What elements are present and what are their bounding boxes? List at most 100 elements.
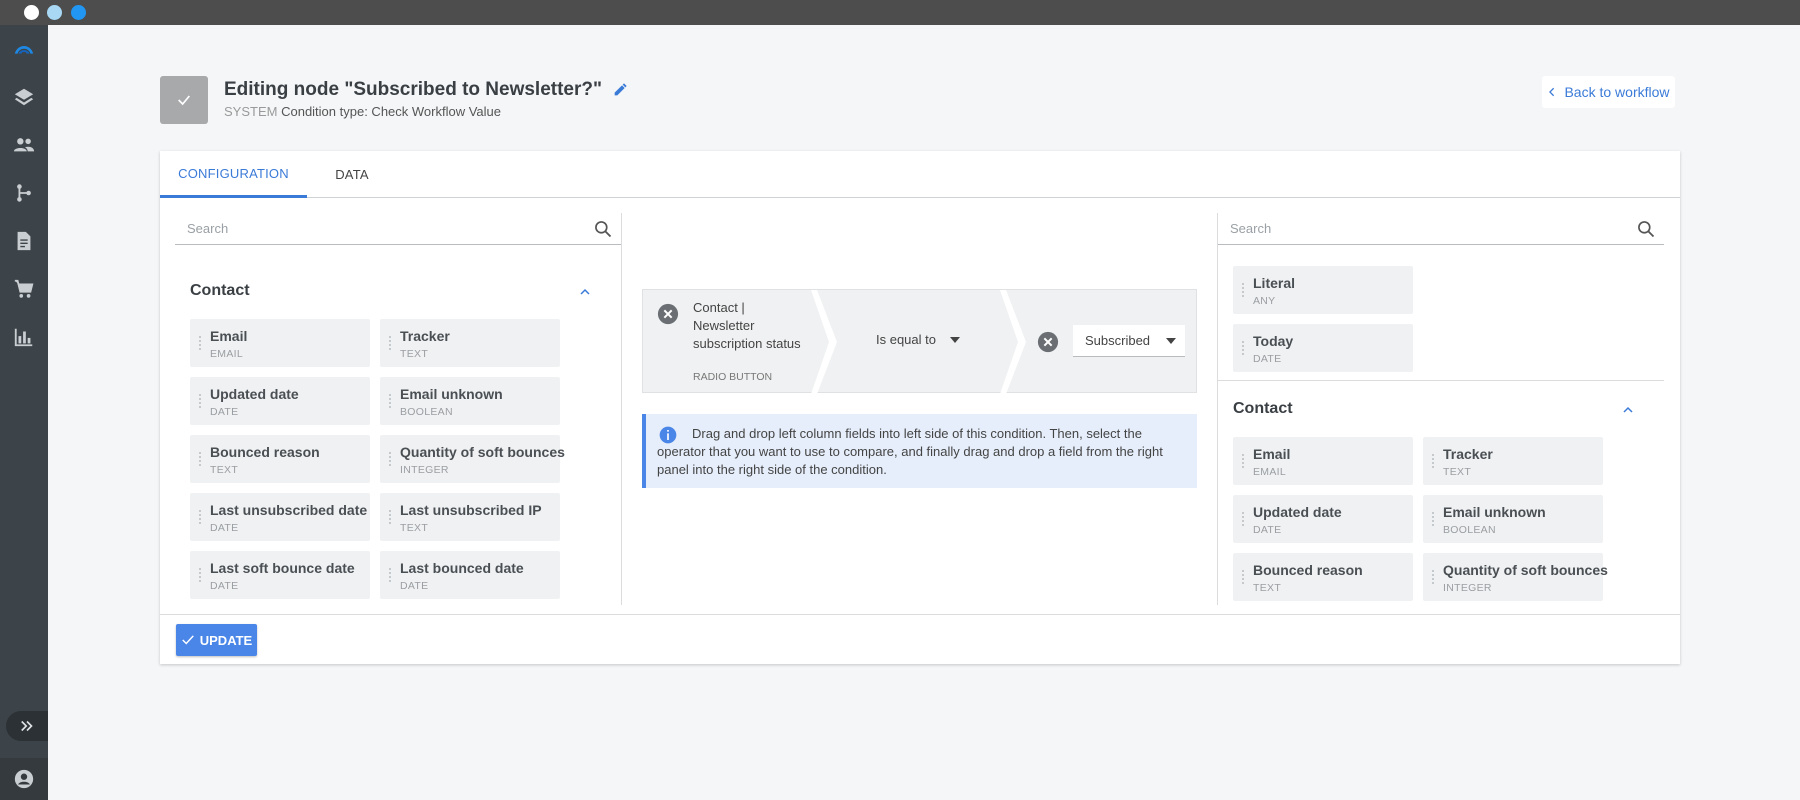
field-type: DATE xyxy=(1253,524,1282,536)
field-type: TEXT xyxy=(1253,582,1282,594)
field-type: EMAIL xyxy=(1253,466,1287,478)
workflow-icon[interactable] xyxy=(0,173,48,213)
drag-handle-icon xyxy=(1241,340,1245,356)
page-title: Editing node "Subscribed to Newsletter?" xyxy=(224,79,628,101)
sidebar xyxy=(0,25,48,800)
check-icon xyxy=(178,95,190,106)
field-item[interactable]: Last unsubscribed date DATE xyxy=(190,493,370,541)
search-icon[interactable] xyxy=(593,219,613,239)
field-type: TEXT xyxy=(1443,466,1472,478)
system-label: SYSTEM xyxy=(224,104,278,119)
field-type: DATE xyxy=(210,522,239,534)
field-name: Email unknown xyxy=(1443,504,1546,520)
sidebar-expand-button[interactable] xyxy=(6,711,48,741)
field-item[interactable]: Bounced reason TEXT xyxy=(190,435,370,483)
field-item[interactable]: Quantity of soft bounces INTEGER xyxy=(380,435,565,483)
field-item-today[interactable]: Today DATE xyxy=(1233,324,1413,372)
check-icon xyxy=(181,635,194,645)
field-type: TEXT xyxy=(400,522,429,534)
operator-select[interactable]: Is equal to xyxy=(876,332,960,347)
field-name: Updated date xyxy=(1253,504,1342,520)
right-search-input[interactable] xyxy=(1218,213,1608,243)
contacts-icon[interactable] xyxy=(0,125,48,165)
field-name: Tracker xyxy=(400,328,450,344)
field-type: DATE xyxy=(210,580,239,592)
drag-handle-icon xyxy=(388,393,392,409)
field-item[interactable]: Email EMAIL xyxy=(190,319,370,367)
tab-bar: CONFIGURATION DATA xyxy=(160,151,1680,198)
field-type: EMAIL xyxy=(210,348,244,360)
page-title-text: Editing node "Subscribed to Newsletter?" xyxy=(224,79,602,100)
field-name: Last unsubscribed IP xyxy=(400,502,542,518)
document-icon[interactable] xyxy=(0,221,48,261)
field-name: Last unsubscribed date xyxy=(210,502,368,518)
condition-type-label: Condition type: Check Workflow Value xyxy=(281,104,501,119)
field-item[interactable]: Tracker TEXT xyxy=(380,319,560,367)
remove-right-operand-icon[interactable] xyxy=(1037,331,1059,353)
field-item-literal[interactable]: Literal ANY xyxy=(1233,266,1413,314)
drag-handle-icon xyxy=(1431,569,1435,585)
field-type: BOOLEAN xyxy=(400,406,453,418)
field-item[interactable]: Email unknown BOOLEAN xyxy=(1423,495,1603,543)
left-operand-label[interactable]: Contact | Newsletter subscription status xyxy=(693,299,803,353)
logo-icon[interactable] xyxy=(0,29,48,69)
caret-down-icon xyxy=(950,336,960,343)
node-type-icon xyxy=(160,76,208,124)
drag-handle-icon xyxy=(198,509,202,525)
window-minimize-button[interactable] xyxy=(47,5,62,20)
tab-data[interactable]: DATA xyxy=(312,151,392,198)
double-chevron-right-icon xyxy=(21,720,33,732)
field-item[interactable]: Updated date DATE xyxy=(1233,495,1413,543)
right-search-box xyxy=(1218,213,1664,245)
value-select[interactable]: Subscribed xyxy=(1073,325,1185,357)
info-text: Drag and drop left column fields into le… xyxy=(657,426,1163,477)
editor-card: CONFIGURATION DATA Contact Email EMAIL Tr… xyxy=(160,151,1680,664)
left-operand-type: RADIO BUTTON xyxy=(693,371,773,383)
field-item[interactable]: Tracker TEXT xyxy=(1423,437,1603,485)
left-fields-panel: Contact Email EMAIL Tracker TEXT Updated d… xyxy=(175,213,622,605)
field-item[interactable]: Last soft bounce date DATE xyxy=(190,551,370,599)
drag-handle-icon xyxy=(388,509,392,525)
field-name: Quantity of soft bounces xyxy=(400,444,565,460)
left-search-box xyxy=(175,213,621,245)
chevron-up-icon[interactable] xyxy=(579,286,591,298)
chevron-up-icon[interactable] xyxy=(1622,404,1634,416)
operator-value: Is equal to xyxy=(876,332,936,347)
user-account-button[interactable] xyxy=(0,758,48,800)
layers-icon[interactable] xyxy=(0,77,48,117)
chevron-separator-icon xyxy=(1000,290,1026,394)
remove-left-operand-icon[interactable] xyxy=(657,303,679,325)
caret-down-icon xyxy=(1166,337,1177,344)
drag-handle-icon xyxy=(1241,511,1245,527)
field-type: DATE xyxy=(1253,353,1282,365)
condition-builder: Contact | Newsletter subscription status… xyxy=(642,289,1197,394)
field-item[interactable]: Updated date DATE xyxy=(190,377,370,425)
window-maximize-button[interactable] xyxy=(71,5,86,20)
value-select-value: Subscribed xyxy=(1085,333,1151,348)
reports-icon[interactable] xyxy=(0,317,48,357)
field-item[interactable]: Last bounced date DATE xyxy=(380,551,560,599)
tab-configuration[interactable]: CONFIGURATION xyxy=(160,151,307,198)
cart-icon[interactable] xyxy=(0,269,48,309)
field-name: Email xyxy=(210,328,248,344)
user-icon xyxy=(14,769,34,789)
field-item[interactable]: Bounced reason TEXT xyxy=(1233,553,1413,601)
field-name: Email xyxy=(1253,446,1291,462)
edit-pencil-icon[interactable] xyxy=(612,82,628,98)
field-name: Updated date xyxy=(210,386,299,402)
update-button[interactable]: UPDATE xyxy=(176,624,257,656)
drag-handle-icon xyxy=(388,335,392,351)
field-item[interactable]: Last unsubscribed IP TEXT xyxy=(380,493,560,541)
chevron-left-icon xyxy=(1549,87,1555,97)
left-search-input[interactable] xyxy=(175,213,565,243)
window-close-button[interactable] xyxy=(24,5,39,20)
field-item[interactable]: Quantity of soft bounces INTEGER xyxy=(1423,553,1608,601)
field-item[interactable]: Email unknown BOOLEAN xyxy=(380,377,560,425)
field-name: Literal xyxy=(1253,275,1296,291)
drag-handle-icon xyxy=(198,335,202,351)
field-name: Last bounced date xyxy=(400,560,524,576)
back-to-workflow-button[interactable]: Back to workflow xyxy=(1542,76,1675,108)
search-icon[interactable] xyxy=(1636,219,1656,239)
field-item[interactable]: Email EMAIL xyxy=(1233,437,1413,485)
field-name: Quantity of soft bounces xyxy=(1443,562,1608,578)
